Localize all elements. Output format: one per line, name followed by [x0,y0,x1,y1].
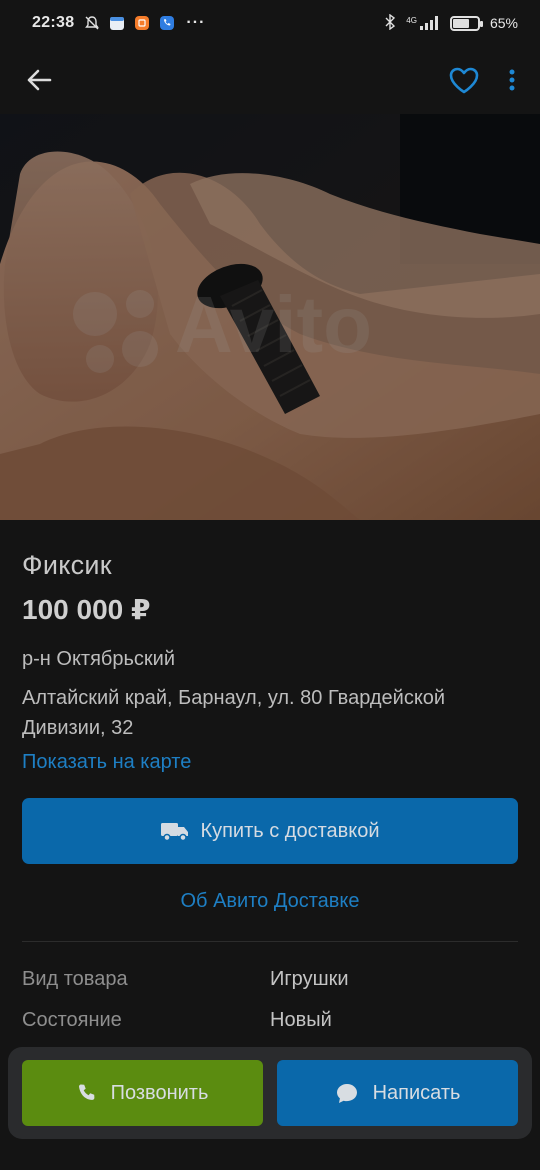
more-menu-button[interactable] [500,62,524,98]
param-key: Состояние [22,1009,122,1031]
call-button[interactable]: Позвонить [22,1060,263,1126]
write-button-label: Написать [372,1081,461,1104]
battery-icon [449,15,483,31]
chat-bubble-icon [335,1082,359,1104]
param-value: Игрушки [270,968,349,990]
network-type: 4G [406,16,417,25]
bottom-action-bar: Позвонить Написать [8,1047,532,1139]
write-message-button[interactable]: Написать [277,1060,518,1126]
signal-icon: 4G [406,16,440,30]
battery-percent: 65% [489,15,518,31]
heart-outline-icon [449,67,479,93]
param-value: Новый [270,1009,332,1031]
param-key: Вид товара [22,968,128,990]
truck-icon [160,820,190,842]
call-button-label: Позвонить [110,1081,209,1104]
calendar-app-icon [109,15,125,31]
back-button[interactable] [22,63,56,97]
buy-button-label: Купить с доставкой [200,819,380,842]
favorite-button[interactable] [446,62,482,98]
param-row: Вид товара Игрушки [22,968,518,991]
listing-content: Фиксик 100 000 ₽ р-н Октябрьский Алтайск… [0,520,540,1032]
phone-icon [77,1083,97,1103]
listing-address: Алтайский край, Барнаул, ул. 80 Гвардейс… [22,687,446,739]
show-on-map-link[interactable]: Показать на карте [22,751,191,774]
about-avito-delivery-link[interactable]: Об Авито Доставке [22,890,518,913]
bluetooth-icon [384,13,396,33]
listing-price: 100 000 ₽ [22,594,151,625]
more-notifications: ··· [186,14,206,31]
status-bar: 22:38 ··· 4G 65% [0,0,540,46]
listing-photo[interactable]: Avito [0,114,540,520]
phone-app-icon [159,15,175,31]
listing-title: Фиксик [22,550,112,580]
section-divider [22,941,518,942]
listing-district: р-н Октябрьский [22,648,175,670]
buy-with-delivery-button[interactable]: Купить с доставкой [22,798,518,864]
mi-app-icon [134,15,150,31]
muted-bell-icon [84,15,100,31]
top-toolbar [0,46,540,114]
more-vertical-icon [509,69,515,91]
arrow-left-icon [27,69,52,91]
status-time: 22:38 [32,14,75,31]
param-row: Состояние Новый [22,1009,518,1032]
